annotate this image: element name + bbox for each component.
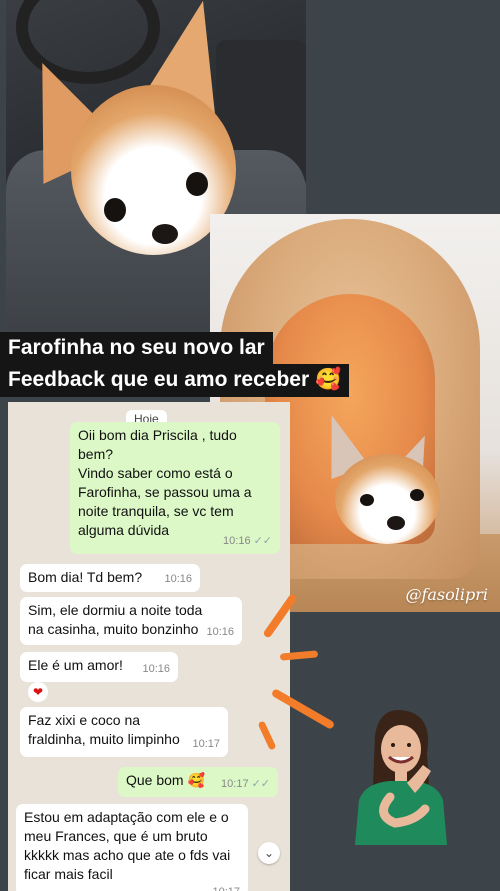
chat-message-outgoing: Oii bom dia Priscila , tudo bem? Vindo s… (70, 422, 280, 554)
message-text: Oii bom dia Priscila , tudo bem? Vindo s… (78, 427, 252, 538)
puppy (310, 394, 445, 544)
message-time: 10:17 (212, 883, 240, 891)
message-time: 10:16 (206, 626, 234, 638)
chevron-down-icon[interactable]: ⌄ (258, 842, 280, 864)
title-line-2: Feedback que eu amo receber 🥰 (0, 364, 350, 397)
message-text: Estou em adaptação com ele e o meu Franc… (24, 809, 231, 882)
message-time: 10:17 (192, 738, 220, 750)
chat-message-incoming: Estou em adaptação com ele e o meu Franc… (16, 804, 248, 891)
read-ticks-icon: ✓✓ (253, 535, 272, 547)
heart-icon[interactable]: ❤ (28, 682, 48, 702)
title-line-1: Farofinha no seu novo lar (0, 332, 273, 365)
chat-message-outgoing: Que bom 🥰 10:17 ✓✓ (118, 767, 278, 797)
chat-message-incoming: Faz xixi e coco na fraldinha, muito limp… (20, 707, 228, 757)
chat-message-incoming: Ele é um amor! 10:16 (20, 652, 178, 682)
message-time: 10:16 ✓✓ (223, 535, 272, 547)
woman-sticker (355, 710, 447, 845)
photo-watermark: @fasolipri (405, 585, 488, 604)
message-text: Sim, ele dormiu a noite toda na casinha,… (28, 602, 203, 637)
message-time: 10:17 ✓✓ (221, 778, 270, 790)
message-time: 10:16 (142, 663, 170, 675)
chat-screenshot: Hoje Oii bom dia Priscila , tudo bem? Vi… (8, 402, 290, 891)
chat-message-incoming: Sim, ele dormiu a noite toda na casinha,… (20, 597, 242, 645)
chat-message-incoming: Bom dia! Td bem? 10:16 (20, 564, 200, 592)
read-ticks-icon: ✓✓ (251, 778, 270, 790)
message-text: Faz xixi e coco na fraldinha, muito limp… (28, 712, 180, 747)
message-time: 10:16 (164, 573, 192, 585)
